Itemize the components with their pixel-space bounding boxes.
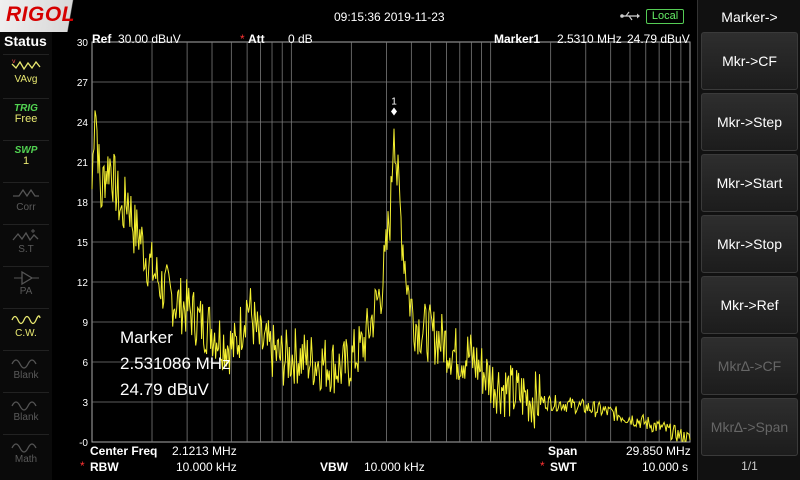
mkr-delta-to-cf-button[interactable]: Mkr∆->CF (701, 337, 798, 395)
status-blank-2[interactable]: Blank (3, 392, 49, 432)
usb-icon (620, 11, 640, 21)
status-blank-2-label: Blank (13, 412, 39, 423)
status-pa[interactable]: PA (3, 266, 49, 306)
st-icon (12, 229, 39, 242)
attenuation[interactable]: * Att (240, 32, 265, 46)
ref-level[interactable]: Ref 30.00 dBuV (92, 32, 181, 46)
ref-value: 30.00 dBuV (118, 32, 181, 46)
page-indicator: 1/1 (741, 459, 758, 473)
mkr-to-ref-button[interactable]: Mkr->Ref (701, 276, 798, 334)
swt-label[interactable]: SWT (550, 460, 577, 474)
brand-text: RIGOL (6, 3, 75, 26)
rbw-value: 10.000 kHz (176, 460, 237, 474)
span-label[interactable]: Span (548, 444, 577, 458)
avg-trace-icon: v (11, 58, 41, 71)
status-math-label: Math (14, 454, 38, 465)
datetime: 09:15:36 2019-11-23 (334, 10, 445, 24)
center-freq-value: 2.1213 MHz (172, 444, 237, 458)
readout-level: 24.79 dBuV (120, 380, 209, 399)
mkr-to-start-button[interactable]: Mkr->Start (701, 154, 798, 212)
y-tick-label: 21 (77, 158, 89, 169)
pa-icon (14, 270, 39, 286)
menu-title: Marker-> (721, 9, 778, 25)
span-value: 29.850 MHz (626, 444, 691, 458)
status-swp-label: 1 (22, 155, 30, 167)
y-tick-label: 6 (82, 358, 88, 369)
mkr-delta-to-span-button[interactable]: Mkr∆->Span (701, 398, 798, 456)
bottom-info: Center Freq 2.1213 MHz Span 29.850 MHz *… (80, 444, 691, 474)
marker1-level: 24.79 dBuV (627, 32, 690, 46)
mkr-to-step-button[interactable]: Mkr->Step (701, 93, 798, 151)
vbw-value: 10.000 kHz (364, 460, 425, 474)
status-trig-label: Free (14, 113, 38, 125)
status-math[interactable]: Math (3, 434, 49, 474)
y-tick-label: 30 (77, 38, 89, 49)
status-st-label: S.T (18, 244, 34, 255)
status-title: Status (4, 33, 47, 49)
y-tick-label: 9 (82, 318, 88, 329)
cw-icon (11, 315, 41, 325)
marker-number: 1 (391, 96, 397, 107)
status-st[interactable]: S.T (3, 224, 49, 264)
softkey-menu: Marker-> Mkr->CF Mkr->Step Mkr->Start Mk… (697, 0, 800, 480)
rbw-label[interactable]: RBW (90, 460, 119, 474)
status-panel: Status v VAvg TRIG Free SWP 1 Corr S.T P… (0, 32, 52, 480)
marker-readout: Marker 2.531086 MHz 24.79 dBuV (120, 325, 231, 403)
status-corr-label: Corr (16, 202, 36, 213)
status-cw[interactable]: C.W. (3, 308, 49, 348)
vbw-label[interactable]: VBW (320, 460, 348, 474)
y-tick-label: 27 (77, 78, 89, 89)
readout-title: Marker (120, 328, 173, 347)
svg-text:v: v (12, 58, 16, 65)
y-tick-label: 24 (77, 118, 89, 129)
att-label: Att (248, 32, 265, 46)
mkr-to-cf-button[interactable]: Mkr->CF (701, 32, 798, 90)
status-swp[interactable]: SWP 1 (3, 140, 49, 180)
y-tick-label: 3 (82, 398, 88, 409)
y-tick-label: 12 (77, 278, 89, 289)
status-blank-1-label: Blank (13, 370, 39, 381)
att-value: 0 dB (288, 32, 313, 46)
status-vavg-label: VAvg (14, 74, 38, 85)
swt-value: 10.000 s (642, 460, 689, 474)
blank-icon (11, 359, 37, 369)
status-corr[interactable]: Corr (3, 182, 49, 222)
center-freq-label[interactable]: Center Freq (90, 444, 157, 458)
top-bar: RIGOL 09:15:36 2019-11-23 Local (0, 0, 697, 32)
mkr-to-stop-button[interactable]: Mkr->Stop (701, 215, 798, 273)
y-axis-ticks: 30272421181512963-0 (77, 38, 89, 449)
ref-label: Ref (92, 32, 112, 46)
marker1-freq: 2.5310 MHz (557, 32, 622, 46)
marker1-label: Marker1 (494, 32, 541, 46)
status-vavg[interactable]: v VAvg (3, 54, 49, 94)
corr-icon (13, 188, 39, 198)
status-blank-1[interactable]: Blank (3, 350, 49, 390)
status-pa-label: PA (19, 286, 33, 297)
spectrum-display[interactable]: 30 27 24 21 18 15 12 9 6 3 -0 1 Ref 30.00 dBuV * A… (52, 32, 697, 460)
blank-icon (11, 401, 37, 411)
math-icon (11, 443, 37, 453)
status-cw-label: C.W. (15, 328, 37, 339)
local-button[interactable]: Local (646, 9, 684, 24)
rigol-logo: RIGOL (0, 0, 98, 32)
readout-freq: 2.531086 MHz (120, 354, 231, 373)
y-tick-label: 15 (77, 238, 89, 249)
y-tick-label: 18 (77, 198, 89, 209)
status-trig[interactable]: TRIG Free (3, 98, 49, 138)
